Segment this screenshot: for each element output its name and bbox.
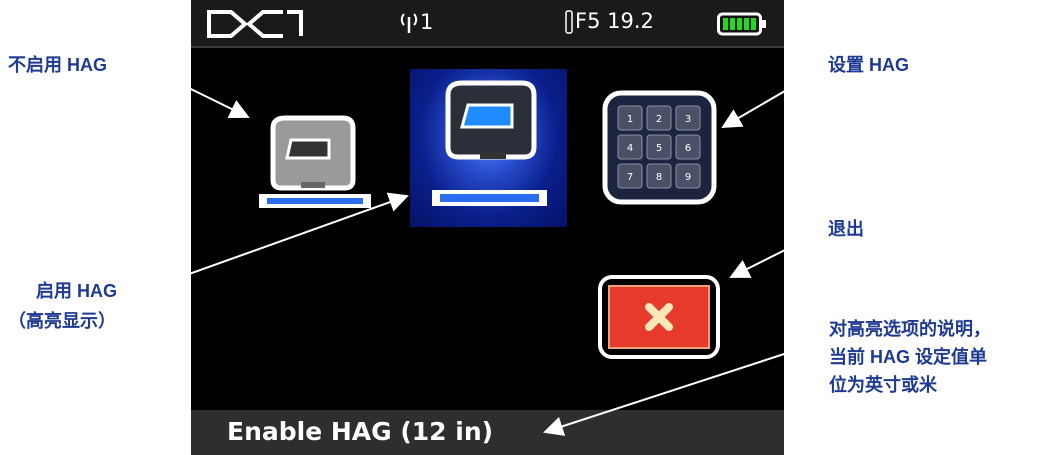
callout-enable-hag: 启用 HAG (36, 281, 117, 301)
antenna-icon (400, 13, 418, 33)
keypad-icon: 1 2 3 4 5 6 7 8 9 (602, 90, 717, 205)
set-hag-option[interactable]: 1 2 3 4 5 6 7 8 9 (602, 90, 717, 205)
footer-status-text: Enable HAG (12 in) (227, 417, 494, 446)
close-icon (598, 275, 720, 359)
keypad-digit: 7 (627, 172, 633, 183)
enable-hag-option[interactable] (410, 69, 567, 227)
callout-exit: 退出 (828, 219, 864, 239)
keypad-key: 6 (675, 134, 701, 160)
callout-description-line2: 当前 HAG 设定值单 (829, 347, 988, 367)
keypad-digit: 6 (685, 143, 691, 154)
receiver-icon (432, 80, 547, 206)
keypad-digit: 3 (685, 114, 691, 125)
keypad-key: 2 (646, 105, 672, 131)
keypad-key: 3 (675, 105, 701, 131)
keypad-digit: 1 (627, 114, 633, 125)
keypad-key: 8 (646, 163, 672, 189)
keypad-digit: 5 (656, 143, 662, 154)
frequency-label: F5 19.2 (575, 9, 654, 33)
callout-enable-hag-highlighted: （高亮显示） (8, 311, 116, 331)
keypad-digit: 2 (656, 114, 662, 125)
dci-logo (207, 10, 303, 38)
status-footer: Enable HAG (12 in) (191, 410, 784, 455)
keypad-key: 4 (617, 134, 643, 160)
disable-hag-option[interactable] (251, 110, 371, 210)
keypad-digit: 9 (685, 172, 691, 183)
keypad-key: 9 (675, 163, 701, 189)
exit-option[interactable] (597, 274, 721, 360)
device-screen: 1 F5 19.2 1 2 3 4 5 6 7 8 9 Enable HAG (… (191, 0, 784, 455)
thermometer-icon (565, 10, 573, 34)
keypad-key: 5 (646, 134, 672, 160)
signal-value: 1 (420, 10, 434, 34)
battery-icon (717, 12, 766, 36)
keypad-digit: 8 (656, 172, 662, 183)
callout-description-line1: 对高亮选项的说明， (829, 319, 991, 339)
keypad-digit: 4 (627, 143, 633, 154)
status-bar: 1 F5 19.2 (191, 0, 784, 48)
keypad-key: 7 (617, 163, 643, 189)
keypad-key: 1 (617, 105, 643, 131)
callout-set-hag: 设置 HAG (828, 55, 909, 75)
callout-disable-hag: 不启用 HAG (8, 55, 107, 75)
receiver-icon (259, 115, 371, 208)
callout-description-line3: 位为英寸或米 (829, 375, 937, 395)
